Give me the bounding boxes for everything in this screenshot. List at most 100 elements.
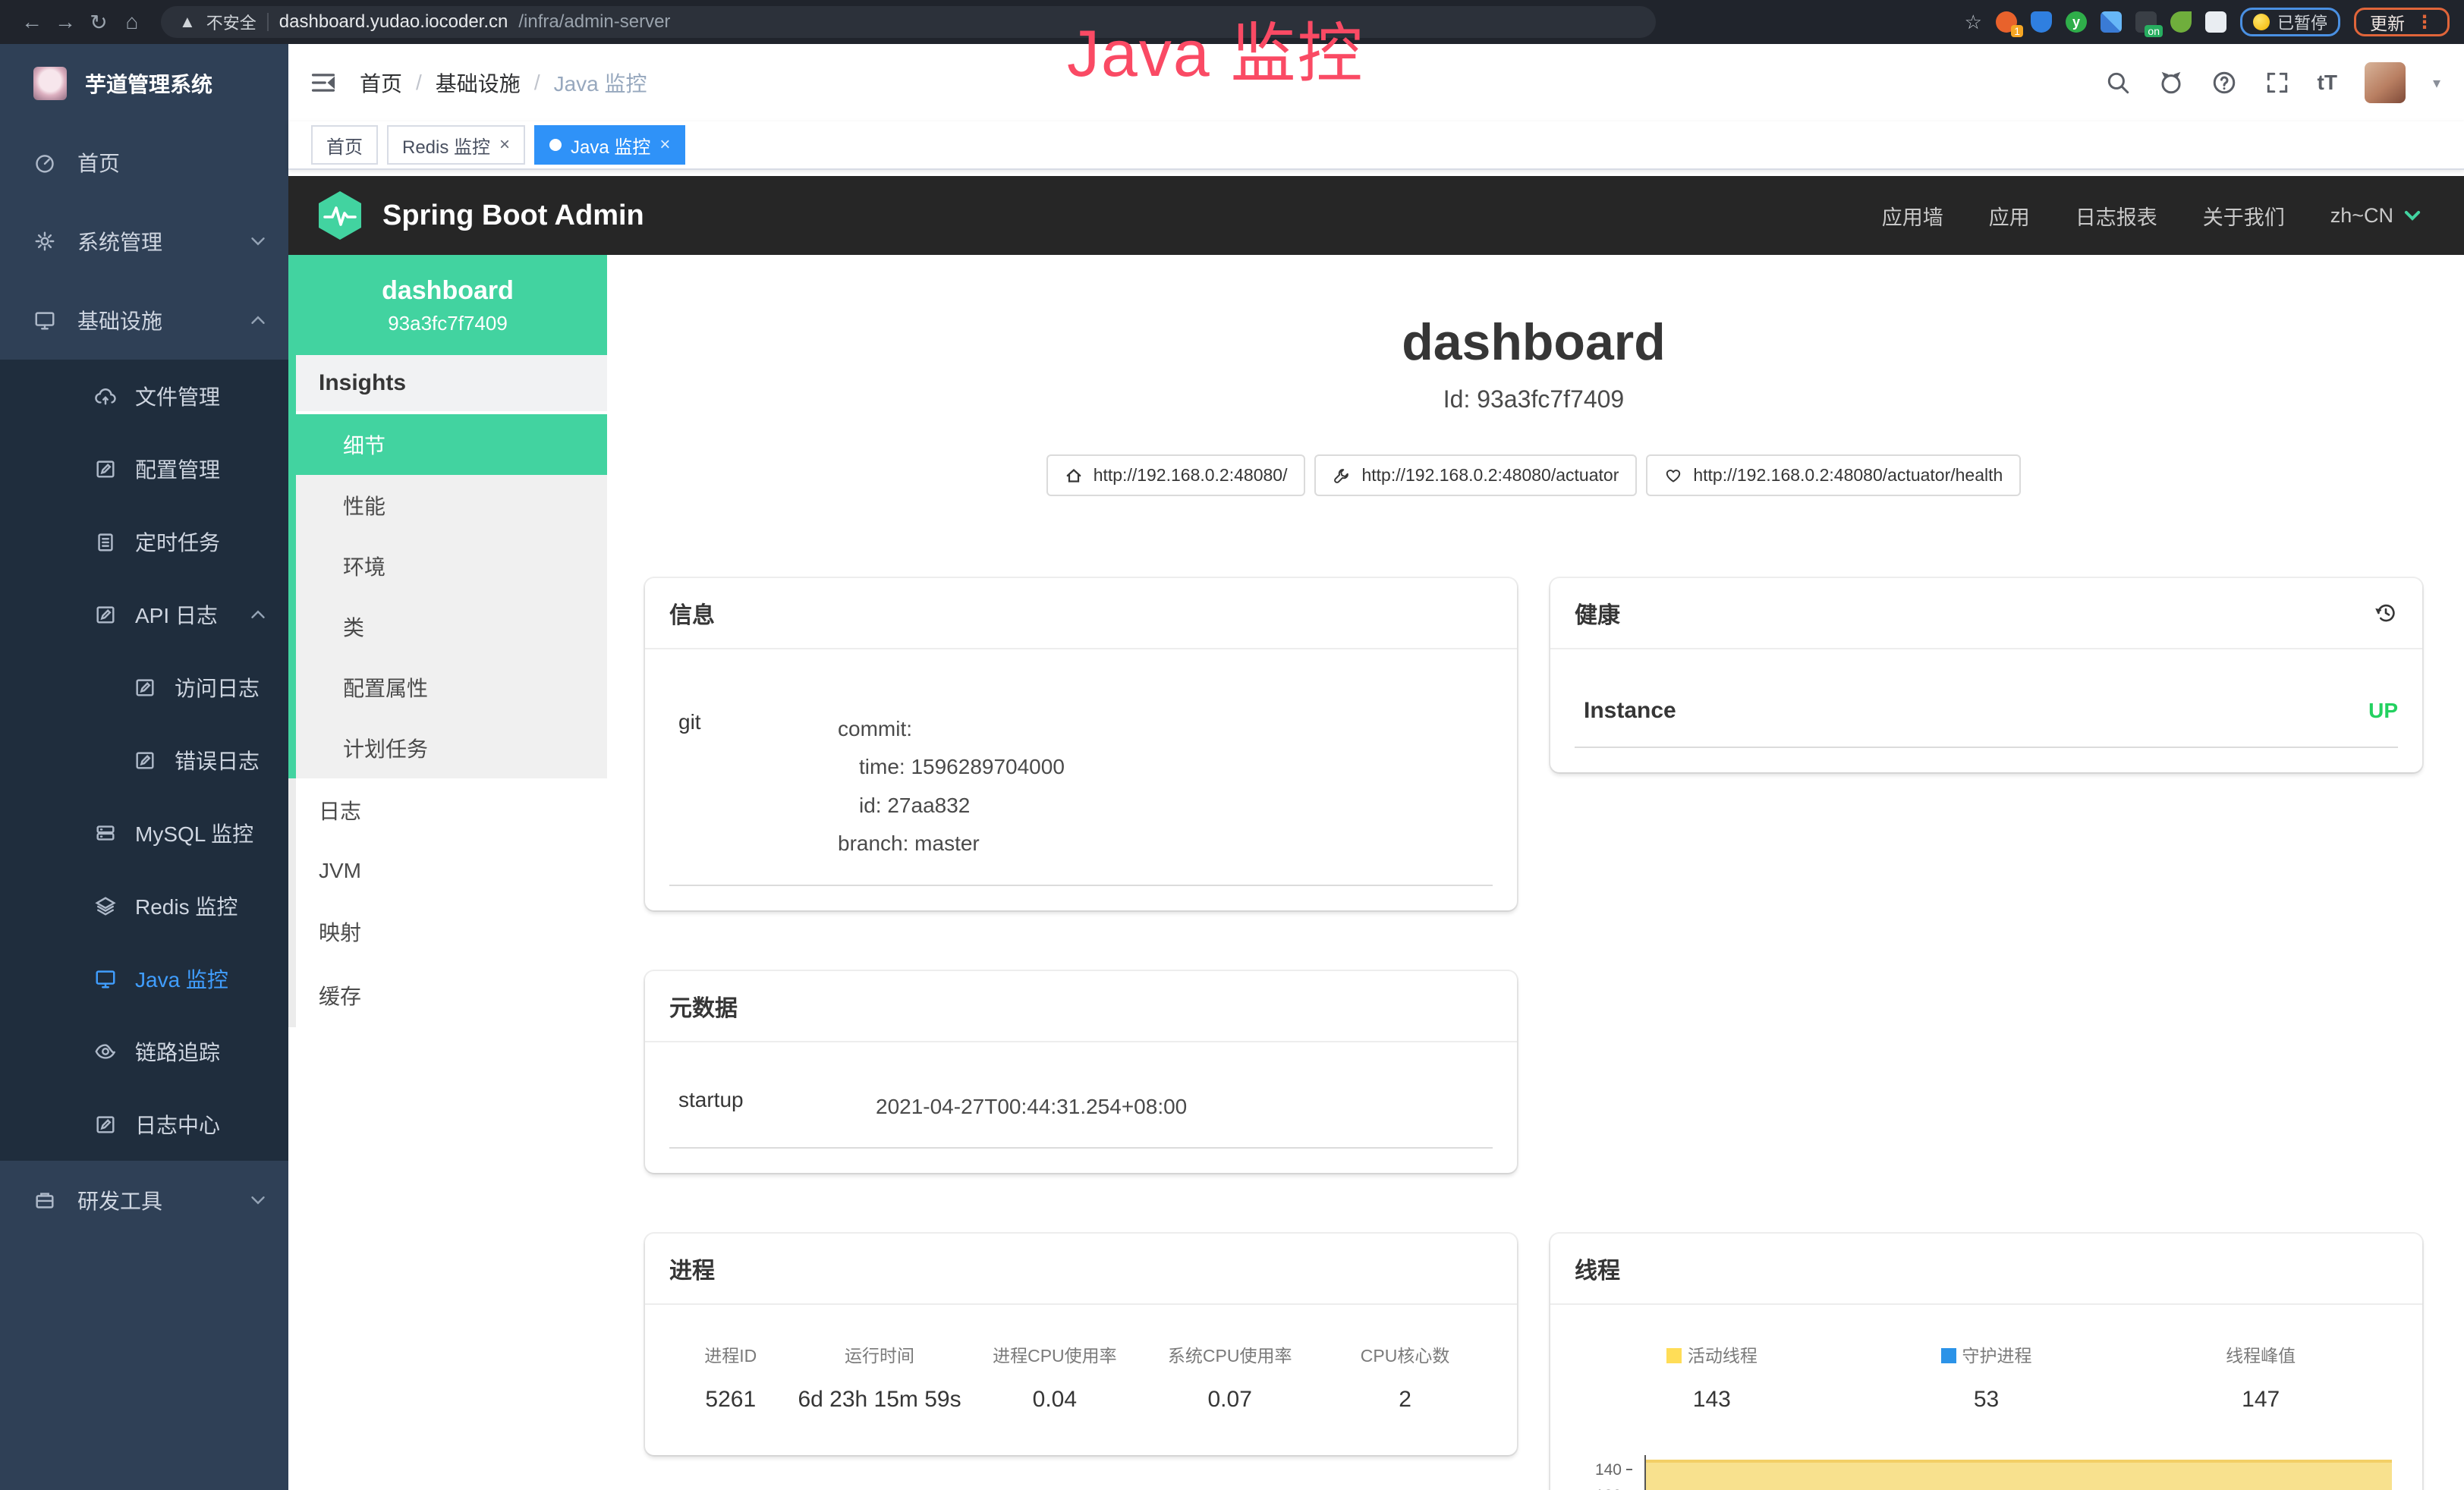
ext-grid-icon[interactable]: [2101, 11, 2122, 33]
user-avatar[interactable]: [2365, 62, 2406, 103]
search-icon[interactable]: [2105, 70, 2131, 96]
sidebar-item-jobs[interactable]: 定时任务: [0, 505, 288, 578]
screen: Java 监控 ← → ↻ ⌂ ▲ 不安全 dashboard.yudao.io…: [0, 0, 2464, 1490]
browser-forward-icon[interactable]: →: [49, 10, 82, 34]
ext-c-icon[interactable]: 1: [1996, 11, 2017, 33]
sidebar-item-system[interactable]: 系统管理: [0, 202, 288, 281]
sba-item-logs[interactable]: 日志: [296, 778, 607, 842]
health-url-button[interactable]: http://192.168.0.2:48080/actuator/health: [1646, 454, 2021, 496]
sba-header: Spring Boot Admin 应用墙 应用 日志报表 关于我们 zh~CN: [288, 176, 2464, 255]
sba-item-jvm[interactable]: JVM: [296, 842, 607, 900]
instance-url-buttons: http://192.168.0.2:48080/ http://192.168…: [645, 454, 2422, 496]
tab-redis-monitor[interactable]: Redis 监控 ×: [387, 125, 525, 165]
sba-brand-title: Spring Boot Admin: [382, 200, 644, 232]
sidebar-item-redis[interactable]: Redis 监控: [0, 869, 288, 942]
chrome-update-button[interactable]: 更新 ⋮: [2354, 8, 2450, 36]
ext-on-icon[interactable]: on: [2135, 11, 2157, 33]
collapse-sidebar-icon[interactable]: [310, 69, 337, 96]
sidebar-item-tracing[interactable]: 链路追踪: [0, 1015, 288, 1088]
insights-section-label: Insights: [296, 355, 607, 414]
sba-item-classes[interactable]: 类: [296, 596, 607, 657]
sidebar-item-files[interactable]: 文件管理: [0, 360, 288, 432]
ext-y-icon[interactable]: y: [2066, 11, 2087, 33]
ext-leaf-icon[interactable]: [2170, 11, 2192, 33]
sba-instance-header[interactable]: dashboard 93a3fc7f7409: [288, 255, 607, 355]
threads-legend-row: 活动线程 143 守护进程 53 线程峰值 14: [1575, 1326, 2398, 1431]
sidebar-item-infra[interactable]: 基础设施: [0, 281, 288, 360]
metadata-startup-row: startup 2021-04-27T00:44:31.254+08:00: [669, 1064, 1493, 1149]
paused-extension-chip[interactable]: 已暂停: [2240, 8, 2340, 36]
sidebar-item-api-log[interactable]: API 日志: [0, 578, 288, 651]
process-card-title: 进程: [645, 1234, 1517, 1305]
info-key: git: [678, 710, 838, 863]
sba-nav-about[interactable]: 关于我们: [2203, 201, 2285, 231]
sidebar-item-mysql[interactable]: MySQL 监控: [0, 797, 288, 869]
log-icon: [134, 749, 156, 772]
sba-item-environment[interactable]: 环境: [296, 536, 607, 596]
url-path: /infra/admin-server: [518, 11, 670, 33]
app-logo-row[interactable]: 芋道管理系统: [0, 44, 288, 123]
help-icon[interactable]: [2211, 70, 2237, 96]
info-card: 信息 git commit: time: 1596289704000 id: 2…: [645, 578, 1517, 910]
annotation-text: Java 监控: [1067, 0, 1364, 95]
sba-nav-applications[interactable]: 应用: [1989, 201, 2030, 231]
wrench-icon: [1333, 467, 1351, 485]
not-secure-warning-icon: ▲: [179, 12, 196, 32]
language-selector[interactable]: zh~CN: [2330, 204, 2422, 228]
log-icon: [134, 676, 156, 699]
fullscreen-icon[interactable]: [2264, 70, 2290, 96]
sidebar-item-log-center[interactable]: 日志中心: [0, 1088, 288, 1161]
ext-pin-icon[interactable]: [2031, 11, 2052, 33]
actuator-url-button[interactable]: http://192.168.0.2:48080/actuator: [1314, 454, 1637, 496]
address-bar[interactable]: ▲ 不安全 dashboard.yudao.iocoder.cn/infra/a…: [161, 6, 1656, 38]
monitor-icon: [33, 309, 56, 332]
cards-grid: 信息 git commit: time: 1596289704000 id: 2…: [645, 578, 2422, 1490]
user-menu-caret-icon[interactable]: ▾: [2433, 74, 2440, 93]
sba-item-config-props[interactable]: 配置属性: [296, 657, 607, 718]
bookmark-star-icon[interactable]: ☆: [1965, 11, 1982, 34]
sidebar-item-home[interactable]: 首页: [0, 123, 288, 202]
legend-live-threads: 活动线程 143: [1575, 1341, 1849, 1413]
sidebar-item-error-log[interactable]: 错误日志: [0, 724, 288, 797]
history-icon[interactable]: [2374, 601, 2398, 625]
ext-puzzle-icon[interactable]: [2205, 11, 2226, 33]
sba-item-caches[interactable]: 缓存: [296, 963, 607, 1027]
health-row-label: Instance: [1584, 698, 1676, 724]
eye-icon: [94, 1040, 117, 1063]
sba-item-mappings[interactable]: 映射: [296, 900, 607, 963]
font-size-icon[interactable]: tT: [2318, 71, 2337, 95]
sba-logo-icon: [316, 190, 364, 241]
log-icon: [94, 603, 117, 626]
browser-extensions-area: ☆ 1 y on 已暂停 更新 ⋮: [1965, 8, 2450, 36]
sba-nav-wallboard[interactable]: 应用墙: [1882, 201, 1943, 231]
browser-home-icon[interactable]: ⌂: [115, 10, 149, 34]
sba-item-metrics[interactable]: 性能: [296, 475, 607, 536]
sba-item-scheduled-tasks[interactable]: 计划任务: [296, 718, 607, 778]
sidebar-item-dev-tools[interactable]: 研发工具: [0, 1161, 288, 1240]
sba-item-details[interactable]: 细节: [296, 414, 607, 475]
spacer: [288, 170, 2464, 176]
breadcrumb-home[interactable]: 首页: [360, 68, 402, 98]
browser-menu-icon[interactable]: ⋮: [2415, 11, 2434, 33]
close-icon[interactable]: ×: [499, 134, 510, 156]
gear-icon: [33, 230, 56, 253]
sba-nav-journal[interactable]: 日志报表: [2075, 201, 2157, 231]
app-title: 芋道管理系统: [85, 68, 212, 99]
metadata-key: startup: [678, 1088, 876, 1126]
heart-icon: [1664, 467, 1682, 485]
github-icon[interactable]: [2158, 70, 2184, 96]
tab-java-monitor[interactable]: Java 监控 ×: [534, 125, 685, 165]
close-icon[interactable]: ×: [659, 134, 670, 156]
sidebar-item-access-log[interactable]: 访问日志: [0, 651, 288, 724]
instance-name: dashboard: [301, 276, 595, 306]
chevron-up-icon: [249, 605, 267, 624]
sidebar-item-config[interactable]: 配置管理: [0, 432, 288, 505]
browser-back-icon[interactable]: ←: [15, 10, 49, 34]
sidebar-item-java-monitor[interactable]: Java 监控: [0, 942, 288, 1015]
sba-nav: 应用墙 应用 日志报表 关于我们 zh~CN: [1882, 201, 2422, 231]
breadcrumb-infra[interactable]: 基础设施: [436, 68, 521, 98]
browser-reload-icon[interactable]: ↻: [82, 10, 115, 35]
service-url-button[interactable]: http://192.168.0.2:48080/: [1046, 454, 1306, 496]
tab-home[interactable]: 首页: [311, 125, 378, 165]
layers-icon: [94, 894, 117, 917]
